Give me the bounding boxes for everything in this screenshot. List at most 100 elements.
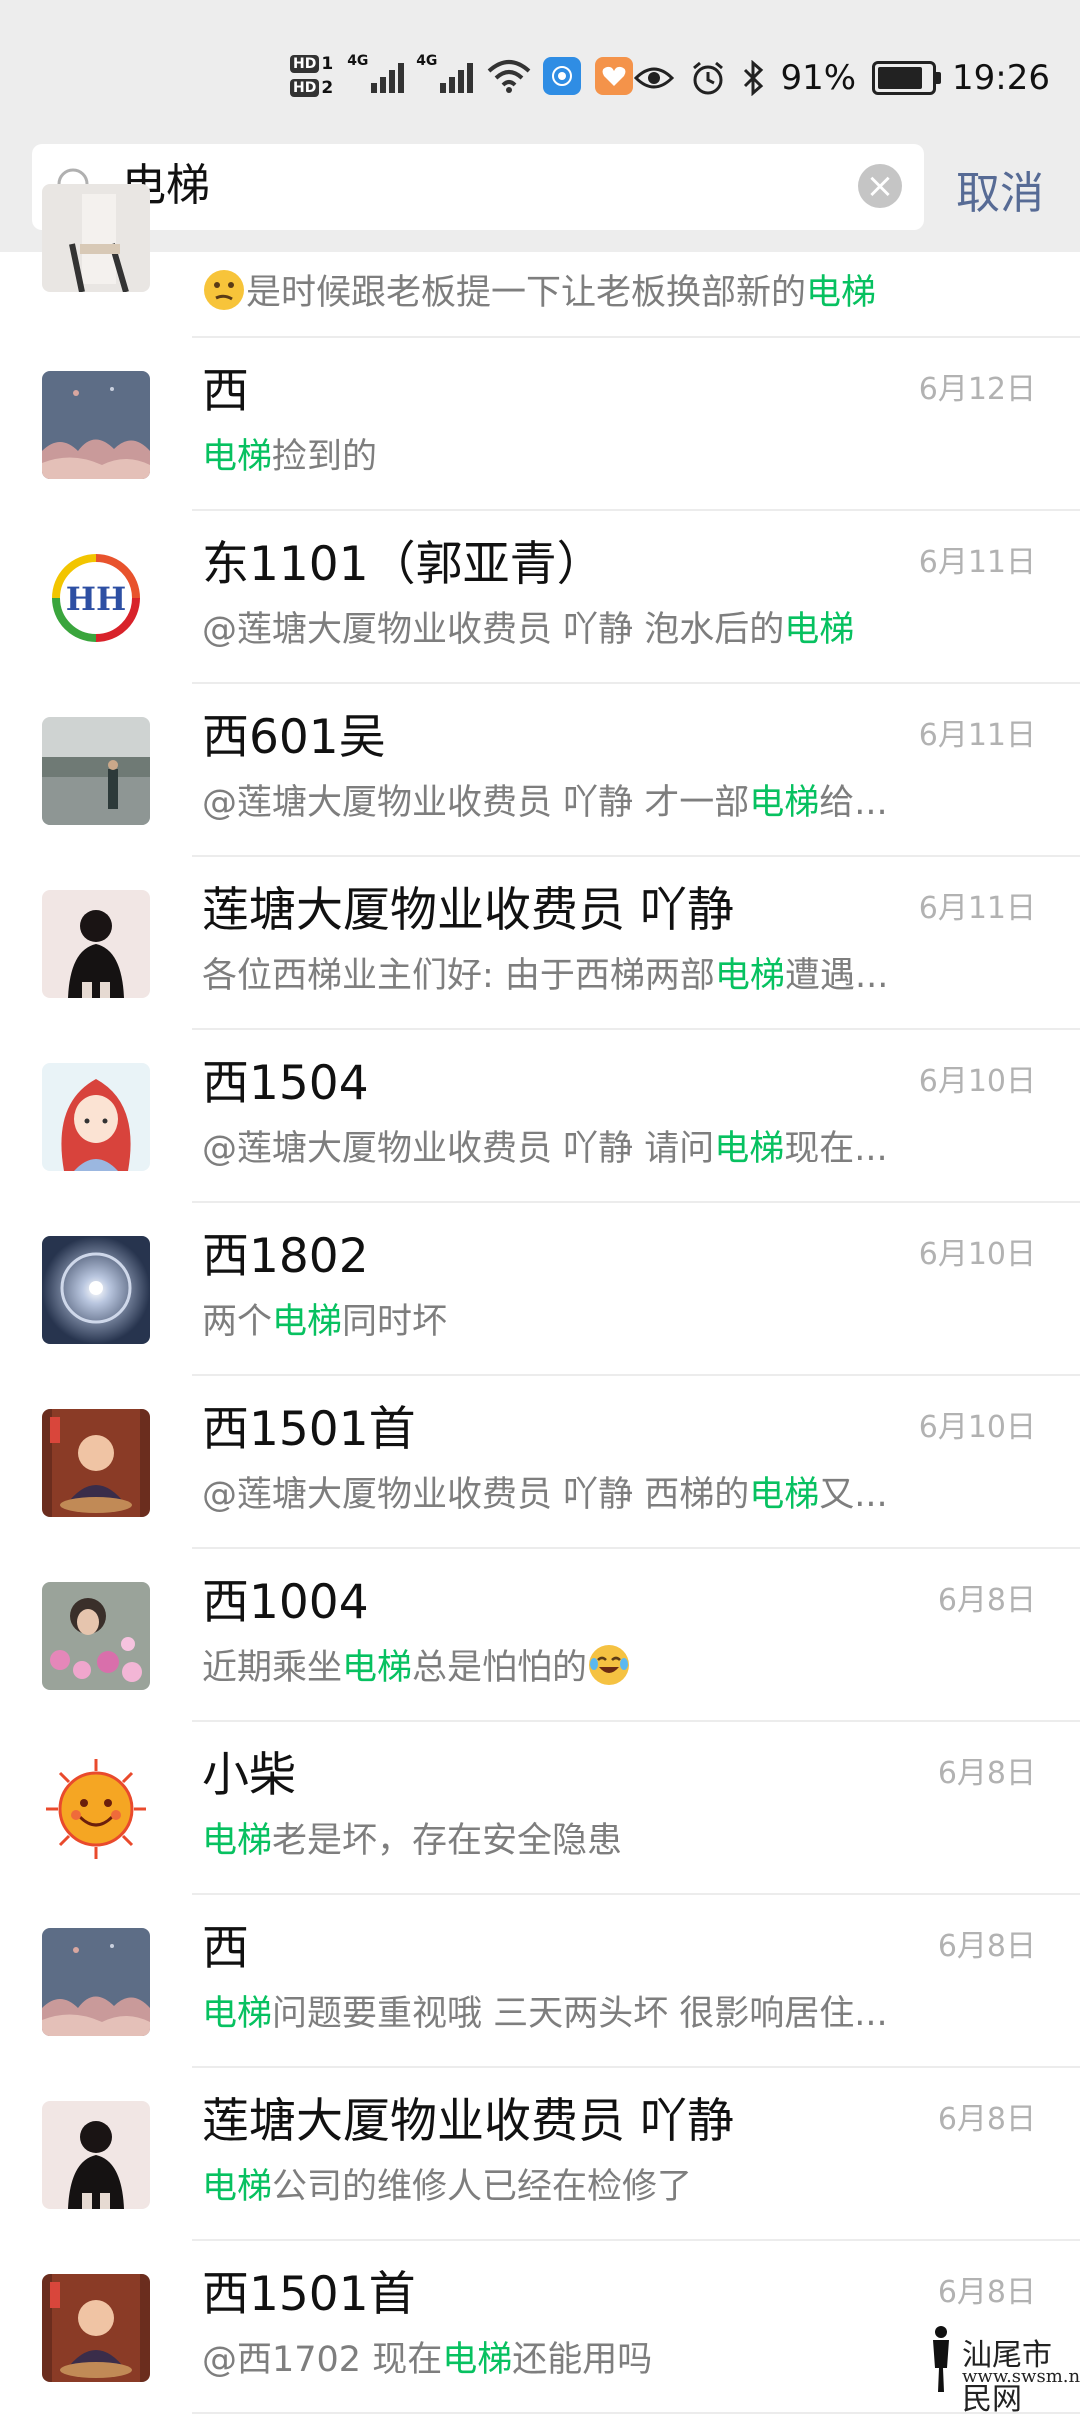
- keyword-highlight: 电梯: [714, 956, 785, 996]
- alarm-icon: [693, 61, 724, 95]
- eye-icon: [634, 67, 675, 89]
- result-name: 西1802: [202, 1229, 369, 1284]
- result-name: 西1504: [202, 1056, 369, 1111]
- result-date: 6月8日: [937, 1756, 1036, 1791]
- wifi-icon: [487, 60, 531, 93]
- cancel-button[interactable]: 取消: [956, 164, 1044, 224]
- avatar: [42, 1409, 150, 1517]
- keyword-highlight: 电梯: [202, 1994, 273, 2034]
- result-date: 6月10日: [918, 1064, 1036, 1099]
- result-name: 莲塘大厦物业收费员 吖静: [202, 2094, 734, 2149]
- site-watermark: 汕尾市民网 www.swsm.net: [922, 2324, 1080, 2417]
- battery-icon: [872, 61, 942, 95]
- result-name: 莲塘大厦物业收费员 吖静: [202, 883, 734, 938]
- avatar: [42, 2101, 150, 2209]
- battery-percent: 91%: [780, 58, 857, 98]
- divider: [192, 2412, 1080, 2414]
- bluetooth-icon: [744, 60, 764, 96]
- result-row[interactable]: 西1501首 6月8日 @西1702 现在电梯还能用吗: [0, 2241, 1080, 2414]
- avatar: [42, 1063, 150, 1171]
- result-row[interactable]: 西 6月8日电梯问题要重视哦 三天两头坏 很影响居住...: [0, 1895, 1080, 2068]
- result-date: 6月8日: [937, 2275, 1036, 2310]
- figure-silhouette-icon: [933, 2326, 949, 2392]
- keyword-highlight: 电梯: [202, 1821, 273, 1861]
- result-date: 6月8日: [937, 1583, 1036, 1618]
- result-message: 电梯捡到的: [202, 437, 378, 477]
- health-app-icon: [595, 57, 634, 95]
- hd2-badge: HD 2: [290, 78, 333, 98]
- result-date: 6月8日: [937, 2102, 1036, 2137]
- result-message: 两个电梯同时坏: [202, 1302, 448, 1342]
- avatar: [42, 1755, 150, 1863]
- keyword-highlight: 电梯: [202, 437, 273, 477]
- result-name: 西1501首: [202, 2267, 416, 2322]
- result-message: @莲塘大厦物业收费员 吖静 西梯的电梯又...: [202, 1475, 888, 1515]
- result-date: 6月11日: [918, 891, 1036, 926]
- result-date: 6月10日: [918, 1237, 1036, 1272]
- result-name: 西1004: [202, 1575, 369, 1630]
- result-message: 电梯老是坏，存在安全隐患: [202, 1821, 623, 1861]
- result-row[interactable]: 西1004 6月8日近期乘坐电梯总是怕怕的: [0, 1549, 1080, 1722]
- avatar: [42, 2274, 150, 2382]
- avatar: [42, 184, 150, 292]
- result-name: 西: [202, 364, 249, 419]
- laughing-tears-emoji-icon: [589, 1645, 630, 1685]
- search-input[interactable]: 电梯 ×: [32, 144, 924, 230]
- result-row[interactable]: 西601吴 6月11日 @莲塘大厦物业收费员 吖静 才一部电梯给...: [0, 684, 1080, 857]
- result-date: 6月11日: [918, 545, 1036, 580]
- avatar: [42, 1582, 150, 1690]
- avatar: [42, 1928, 150, 2036]
- result-row[interactable]: 小柴 6月8日电梯老是坏，存在安全隐患: [0, 1722, 1080, 1895]
- watermark-url: www.swsm.net: [962, 2366, 1080, 2387]
- result-message: 各位西梯业主们好: 由于西梯两部电梯遭遇...: [202, 956, 889, 996]
- result-message: 是时候跟老板提一下让老板换部新的电梯: [202, 268, 962, 318]
- hotspot-app-icon: [543, 57, 582, 95]
- keyword-highlight: 电梯: [272, 1302, 343, 1342]
- result-message: @西1702 现在电梯还能用吗: [202, 2340, 653, 2380]
- result-row[interactable]: 西1501首 6月10日 @莲塘大厦物业收费员 吖静 西梯的电梯又...: [0, 1376, 1080, 1549]
- result-name: 小柴: [202, 1748, 296, 1803]
- result-row[interactable]: 西1802 6月10日两个电梯同时坏: [0, 1203, 1080, 1376]
- result-message: 电梯问题要重视哦 三天两头坏 很影响居住...: [202, 1994, 888, 2034]
- result-row[interactable]: 西 6月12日电梯捡到的: [0, 338, 1080, 511]
- result-message: @莲塘大厦物业收费员 吖静 才一部电梯给...: [202, 783, 888, 823]
- result-name: 西601吴: [202, 710, 386, 765]
- keyword-highlight: 电梯: [749, 783, 820, 823]
- hd-indicators: HD 1 HD 2: [290, 54, 333, 98]
- avatar: [42, 717, 150, 825]
- result-row-partial[interactable]: 是时候跟老板提一下让老板换部新的电梯: [0, 184, 1080, 338]
- keyword-highlight: 电梯: [442, 2340, 513, 2380]
- status-right: 91% 19:26: [634, 50, 1050, 106]
- search-bar: 电梯 × 取消: [0, 140, 1080, 252]
- result-row[interactable]: HH 东1101（郭亚青） 6月11日 @莲塘大厦物业收费员 吖静 泡水后的电梯: [0, 511, 1080, 684]
- signal-icon: 4G: [416, 53, 474, 93]
- result-date: 6月8日: [937, 1929, 1036, 1964]
- keyword-highlight: 电梯: [714, 1129, 785, 1169]
- hd1-badge: HD 1: [290, 54, 333, 74]
- signal-icon: 4G: [347, 53, 405, 93]
- result-message: 电梯公司的维修人已经在检修了: [202, 2167, 693, 2207]
- result-date: 6月10日: [918, 1410, 1036, 1445]
- result-name: 西1501首: [202, 1402, 416, 1457]
- keyword-highlight: 电梯: [202, 2167, 273, 2207]
- result-row[interactable]: 西1504 6月10日 @莲塘大厦物业收费员 吖静 请问电梯现在...: [0, 1030, 1080, 1203]
- result-name: 西: [202, 1921, 249, 1976]
- result-message: 近期乘坐电梯总是怕怕的: [202, 1643, 962, 1693]
- thinking-emoji-icon: [204, 270, 244, 310]
- status-bar: HD 1 HD 2 4G 4G 91% 19:26: [0, 0, 1080, 140]
- clear-icon[interactable]: ×: [858, 164, 902, 208]
- avatar: [42, 1236, 150, 1344]
- result-name: 东1101（郭亚青）: [202, 537, 604, 592]
- avatar: [42, 890, 150, 998]
- result-date: 6月12日: [918, 372, 1036, 407]
- avatar: HH: [42, 544, 150, 652]
- result-date: 6月11日: [918, 718, 1036, 753]
- clock: 19:26: [952, 58, 1050, 98]
- result-row[interactable]: 莲塘大厦物业收费员 吖静 6月8日电梯公司的维修人已经在检修了: [0, 2068, 1080, 2241]
- result-message: @莲塘大厦物业收费员 吖静 泡水后的电梯: [202, 610, 855, 650]
- result-row[interactable]: 莲塘大厦物业收费员 吖静 6月11日 各位西梯业主们好: 由于西梯两部电梯遭遇...: [0, 857, 1080, 1030]
- svg-text:HH: HH: [66, 580, 126, 618]
- keyword-highlight: 电梯: [784, 610, 855, 650]
- status-left: HD 1 HD 2 4G 4G: [290, 46, 641, 106]
- keyword-highlight: 电梯: [342, 1648, 413, 1688]
